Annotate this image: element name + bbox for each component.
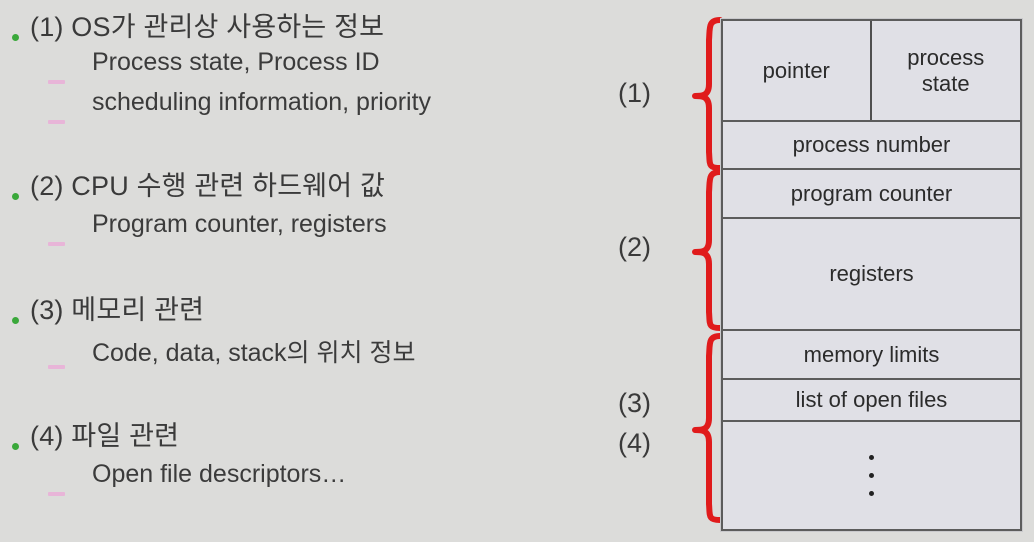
bullet-list: (1) OS가 관리상 사용하는 정보 Process state, Proce…: [0, 0, 610, 542]
group-label-2: (2): [618, 232, 651, 262]
sub-bullet-2-1: Program counter, registers: [48, 210, 387, 253]
pcb-row-ellipsis: [723, 422, 1020, 529]
pcb-cell-process-state-line1: process: [907, 44, 985, 70]
bullet-item-1: (1) OS가 관리상 사용하는 정보: [0, 5, 384, 48]
brace-1-icon: [692, 17, 723, 171]
bullet-item-2: (2) CPU 수행 관련 하드웨어 값: [0, 164, 385, 207]
sub-bullet-label: Code, data, stack의 위치 정보: [92, 339, 416, 367]
sub-bullet-label: scheduling information, priority: [92, 88, 432, 116]
pink-dash-icon: [48, 210, 92, 253]
pcb-cell-process-state: process state: [872, 21, 1021, 120]
sub-bullet-label: Program counter, registers: [92, 210, 387, 238]
pink-dash-icon: [48, 48, 92, 91]
pcb-cell-program-counter: program counter: [790, 180, 953, 206]
sub-bullet-4-1: Open file descriptors…: [48, 460, 346, 503]
bullet-item-3: (3) 메모리 관련: [0, 288, 204, 331]
pcb-cell-list-of-open-files: list of open files: [795, 387, 948, 412]
pcb-cell-memory-limits: memory limits: [803, 341, 940, 367]
sub-bullet-1-1: Process state, Process ID: [48, 48, 380, 91]
group-label-3: (3): [618, 388, 651, 418]
pcb-row-registers: registers: [723, 219, 1020, 331]
green-dot-icon: [0, 288, 30, 331]
green-dot-icon: [0, 414, 30, 457]
pcb-cell-pointer: pointer: [723, 21, 872, 120]
pcb-cell-process-state-line2: state: [921, 70, 970, 96]
bullet-label: (3) 메모리 관련: [30, 295, 205, 325]
pcb-row-program-counter: program counter: [723, 170, 1020, 219]
pink-dash-icon: [48, 88, 92, 131]
green-dot-icon: [0, 5, 30, 48]
sub-bullet-label: Process state, Process ID: [92, 48, 380, 76]
pcb-cell-registers: registers: [829, 261, 914, 286]
pink-dash-icon: [48, 460, 92, 503]
pink-dash-icon: [48, 333, 92, 376]
pcb-row-pointer-state: pointer process state: [723, 21, 1020, 122]
brace-3-4-icon: [692, 333, 723, 523]
brace-2-icon: [692, 169, 723, 331]
group-label-4: (4): [618, 428, 651, 458]
sub-bullet-1-2: scheduling information, priority: [48, 88, 431, 131]
pcb-row-process-number: process number: [723, 122, 1020, 170]
bullet-label: (4) 파일 관련: [30, 421, 180, 451]
bullet-label: (1) OS가 관리상 사용하는 정보: [30, 12, 385, 42]
pcb-row-memory-limits: memory limits: [723, 331, 1020, 380]
process-control-block-diagram: pointer process state process number pro…: [721, 19, 1022, 531]
pcb-cell-process-number: process number: [792, 132, 951, 157]
bullet-item-4: (4) 파일 관련: [0, 414, 179, 457]
slide-canvas: ¸¸¸¸¸¸¸ (1) OS가 관리상 사용하는 정보 Process stat…: [0, 0, 1034, 542]
green-dot-icon: [0, 164, 30, 207]
sub-bullet-label: Open file descriptors…: [92, 460, 347, 488]
vertical-ellipsis-icon: [723, 455, 1020, 496]
bullet-label: (2) CPU 수행 관련 하드웨어 값: [30, 171, 386, 201]
pcb-row-list-of-open-files: list of open files: [723, 380, 1020, 422]
sub-bullet-3-1: Code, data, stack의 위치 정보: [48, 333, 415, 376]
group-label-1: (1): [618, 78, 651, 108]
